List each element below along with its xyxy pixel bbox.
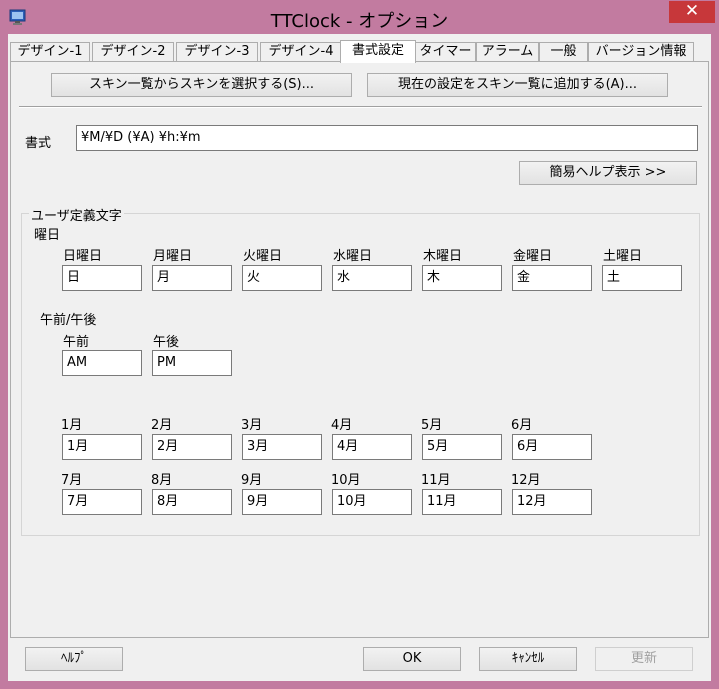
am-input[interactable]: AM bbox=[62, 350, 142, 376]
month-input-4[interactable]: 4月 bbox=[332, 434, 412, 460]
weekday-input-sun[interactable]: 日 bbox=[62, 265, 142, 291]
month-label: 10月 bbox=[331, 473, 361, 488]
month-label: 5月 bbox=[421, 418, 443, 433]
tab-timer[interactable]: タイマー bbox=[415, 42, 476, 62]
add-skin-button[interactable]: 現在の設定をスキン一覧に追加する(A)... bbox=[367, 73, 668, 97]
ampm-title: 午前/午後 bbox=[40, 313, 97, 328]
quick-help-button[interactable]: 簡易ヘルプ表示 >> bbox=[519, 161, 697, 185]
options-window: TTClock - オプション ✕ デザイン-1 デザイン-2 デザイン-3 デ… bbox=[0, 0, 719, 689]
month-label: 3月 bbox=[241, 418, 263, 433]
month-input-10[interactable]: 10月 bbox=[332, 489, 412, 515]
weekday-title: 曜日 bbox=[34, 228, 61, 243]
apply-button[interactable]: 更新 bbox=[595, 647, 693, 671]
help-button[interactable]: ﾍﾙﾌﾟ bbox=[25, 647, 123, 671]
month-input-2[interactable]: 2月 bbox=[152, 434, 232, 460]
select-skin-button[interactable]: スキン一覧からスキンを選択する(S)... bbox=[51, 73, 352, 97]
month-label: 12月 bbox=[511, 473, 541, 488]
month-label: 9月 bbox=[241, 473, 263, 488]
window-title: TTClock - オプション bbox=[270, 11, 449, 32]
tab-alarm[interactable]: アラーム bbox=[476, 42, 539, 62]
month-input-8[interactable]: 8月 bbox=[152, 489, 232, 515]
weekday-input-sat[interactable]: 土 bbox=[602, 265, 682, 291]
ampm-label: 午後 bbox=[153, 335, 180, 350]
month-input-3[interactable]: 3月 bbox=[242, 434, 322, 460]
tab-design-1[interactable]: デザイン-1 bbox=[10, 42, 90, 62]
month-label: 8月 bbox=[151, 473, 173, 488]
ampm-label: 午前 bbox=[63, 335, 90, 350]
weekday-label: 日曜日 bbox=[63, 249, 103, 264]
tab-design-4[interactable]: デザイン-4 bbox=[260, 42, 342, 62]
weekday-input-tue[interactable]: 火 bbox=[242, 265, 322, 291]
weekday-input-thu[interactable]: 木 bbox=[422, 265, 502, 291]
weekday-label: 金曜日 bbox=[513, 249, 553, 264]
weekday-label: 木曜日 bbox=[423, 249, 463, 264]
weekday-input-fri[interactable]: 金 bbox=[512, 265, 592, 291]
month-label: 6月 bbox=[511, 418, 533, 433]
close-icon[interactable]: ✕ bbox=[669, 1, 715, 23]
top-divider bbox=[19, 106, 702, 108]
month-label: 7月 bbox=[61, 473, 83, 488]
format-settings-panel: スキン一覧からスキンを選択する(S)... 現在の設定をスキン一覧に追加する(A… bbox=[10, 61, 709, 638]
weekday-input-wed[interactable]: 水 bbox=[332, 265, 412, 291]
dialog-client-area: デザイン-1 デザイン-2 デザイン-3 デザイン-4 書式設定 タイマー アラ… bbox=[8, 34, 711, 681]
title-bar[interactable]: TTClock - オプション ✕ bbox=[0, 0, 719, 34]
cancel-button[interactable]: ｷｬﾝｾﾙ bbox=[479, 647, 577, 671]
format-input[interactable]: ¥M/¥D (¥A) ¥h:¥m bbox=[76, 125, 698, 151]
month-input-6[interactable]: 6月 bbox=[512, 434, 592, 460]
month-input-1[interactable]: 1月 bbox=[62, 434, 142, 460]
month-label: 1月 bbox=[61, 418, 83, 433]
format-label: 書式 bbox=[25, 136, 52, 151]
tab-general[interactable]: 一般 bbox=[539, 42, 588, 62]
month-input-5[interactable]: 5月 bbox=[422, 434, 502, 460]
weekday-label: 火曜日 bbox=[243, 249, 283, 264]
pm-input[interactable]: PM bbox=[152, 350, 232, 376]
month-input-9[interactable]: 9月 bbox=[242, 489, 322, 515]
weekday-input-mon[interactable]: 月 bbox=[152, 265, 232, 291]
ok-button[interactable]: OK bbox=[363, 647, 461, 671]
tab-design-3[interactable]: デザイン-3 bbox=[176, 42, 258, 62]
weekday-label: 水曜日 bbox=[333, 249, 373, 264]
tab-format[interactable]: 書式設定 bbox=[340, 40, 416, 63]
tab-design-2[interactable]: デザイン-2 bbox=[92, 42, 174, 62]
month-input-12[interactable]: 12月 bbox=[512, 489, 592, 515]
weekday-label: 月曜日 bbox=[153, 249, 193, 264]
weekday-label: 土曜日 bbox=[603, 249, 643, 264]
month-label: 2月 bbox=[151, 418, 173, 433]
month-label: 11月 bbox=[421, 473, 451, 488]
month-input-11[interactable]: 11月 bbox=[422, 489, 502, 515]
tab-version[interactable]: バージョン情報 bbox=[588, 42, 694, 62]
month-input-7[interactable]: 7月 bbox=[62, 489, 142, 515]
month-label: 4月 bbox=[331, 418, 353, 433]
user-defined-title: ユーザ定義文字 bbox=[29, 205, 124, 224]
